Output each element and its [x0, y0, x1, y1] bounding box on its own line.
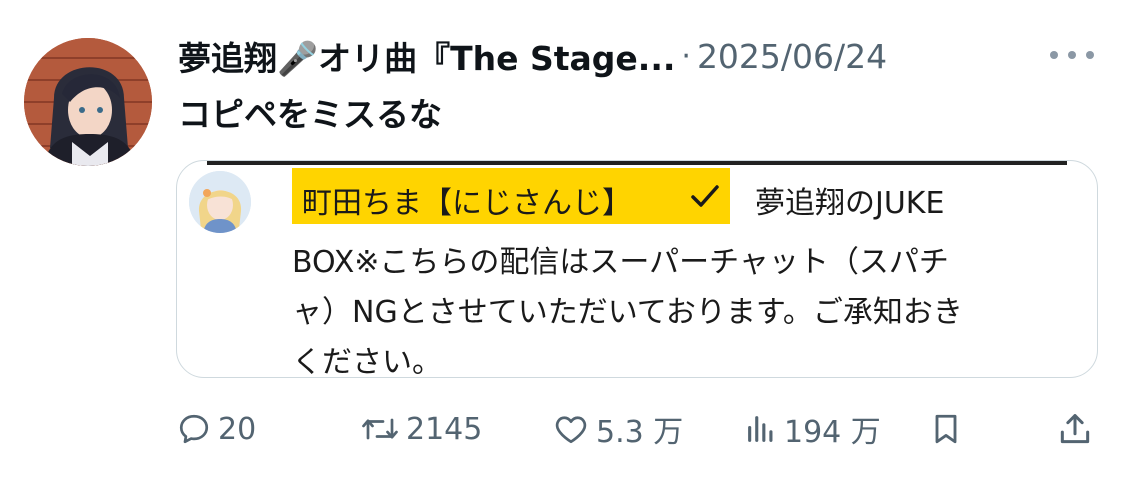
views-count: 194 万: [784, 415, 881, 450]
retweet-icon: [362, 418, 398, 440]
share-icon: [1060, 414, 1090, 444]
tweet-text: コピペをミスるな: [178, 95, 442, 134]
checkmark-icon: [691, 185, 719, 207]
action-bar: 20 2145 5.3 万 194 万: [0, 404, 1125, 454]
avatar-image: [24, 38, 152, 166]
bookmark-icon: [935, 414, 957, 444]
retweet-count: 2145: [406, 411, 483, 447]
quoted-image-card[interactable]: 町田ちま【にじさんじ】 夢追翔のJUKE BOX※こちらの配信はスーパーチャット…: [176, 160, 1098, 378]
tweet-date[interactable]: 2025/06/24: [697, 37, 887, 76]
like-count: 5.3 万: [596, 415, 684, 450]
author-avatar[interactable]: [24, 38, 152, 166]
more-icon[interactable]: [1050, 40, 1094, 70]
views-button[interactable]: 194 万: [744, 404, 881, 454]
quoted-avatar: [189, 171, 251, 233]
quoted-text-line4: ください。: [292, 345, 442, 378]
quoted-user-name: 町田ちま【にじさんじ】: [302, 186, 632, 221]
retweet-button[interactable]: 2145: [360, 404, 482, 454]
author-name[interactable]: 夢追翔🎤オリ曲『The Stage...: [178, 32, 675, 80]
image-top-edge: [207, 161, 1067, 165]
quoted-text-line1: 夢追翔のJUKE: [755, 186, 945, 221]
views-icon: [748, 416, 773, 442]
reply-button[interactable]: 20: [176, 404, 256, 454]
separator-dot: ·: [681, 38, 691, 74]
reply-count: 20: [218, 411, 257, 447]
like-button[interactable]: 5.3 万: [552, 404, 683, 454]
reply-icon: [179, 414, 209, 444]
tweet-header: 夢追翔🎤オリ曲『The Stage... · 2025/06/24: [178, 30, 1078, 82]
bookmark-button[interactable]: [928, 404, 964, 454]
heart-icon: [555, 416, 587, 444]
quoted-text-line2: BOX※こちらの配信はスーパーチャット（スパチ: [292, 245, 949, 280]
share-button[interactable]: [1056, 404, 1094, 454]
quoted-text-line3: ャ）NGとさせていただいております。ご承知おき: [292, 295, 963, 330]
